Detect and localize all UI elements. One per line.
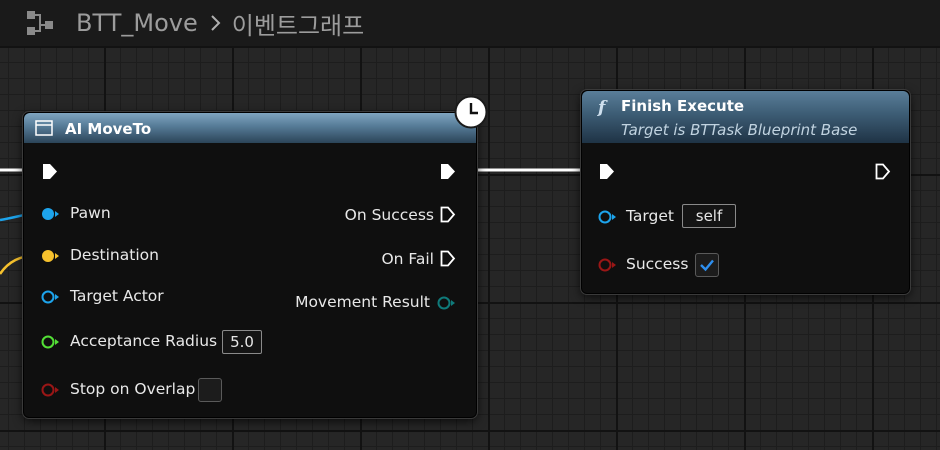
ai-moveto-title: AI MoveTo [65,120,152,138]
finish-exec-out-pin[interactable] [875,163,891,180]
movement-result-pin[interactable] [436,295,456,311]
exec-out-pin[interactable] [440,163,456,180]
acceptance-radius-pin[interactable] [40,334,60,350]
success-label: Success [626,255,689,273]
target-pin[interactable] [597,209,617,225]
acceptance-radius-label: Acceptance Radius [70,332,218,350]
destination-pin[interactable] [40,248,60,264]
stop-on-overlap-pin[interactable] [40,382,60,398]
target-actor-pin[interactable] [40,289,60,305]
target-value[interactable]: self [682,204,736,228]
destination-label: Destination [70,246,159,264]
target-actor-label: Target Actor [70,287,164,305]
on-fail-label: On Fail [381,250,434,268]
svg-text:f: f [597,98,608,117]
finish-execute-node[interactable]: f Finish Execute Target is BTTask Bluepr… [581,90,910,294]
stop-on-overlap-label: Stop on Overlap [70,380,196,398]
finish-execute-title: Finish Execute [621,97,745,115]
exec-in-pin[interactable] [42,163,58,180]
acceptance-radius-input[interactable]: 5.0 [222,330,262,354]
clock-icon [454,95,488,129]
pawn-pin[interactable] [40,206,60,222]
finish-execute-subtitle: Target is BTTask Blueprint Base [621,121,858,139]
success-pin[interactable] [597,257,617,273]
ai-moveto-node[interactable]: AI MoveTo Pawn Destination Target Actor … [23,112,477,418]
finish-exec-in-pin[interactable] [599,163,615,180]
on-fail-exec-pin[interactable] [440,250,456,267]
target-label: Target [626,207,674,225]
movement-result-label: Movement Result [295,293,430,311]
checkmark-icon [700,259,714,272]
on-success-exec-pin[interactable] [440,206,456,223]
stop-on-overlap-checkbox[interactable] [198,378,222,402]
pawn-label: Pawn [70,204,111,222]
success-checkbox[interactable] [695,253,719,277]
function-icon: f [597,98,608,117]
on-success-label: On Success [344,206,434,224]
node-icon [35,120,53,136]
